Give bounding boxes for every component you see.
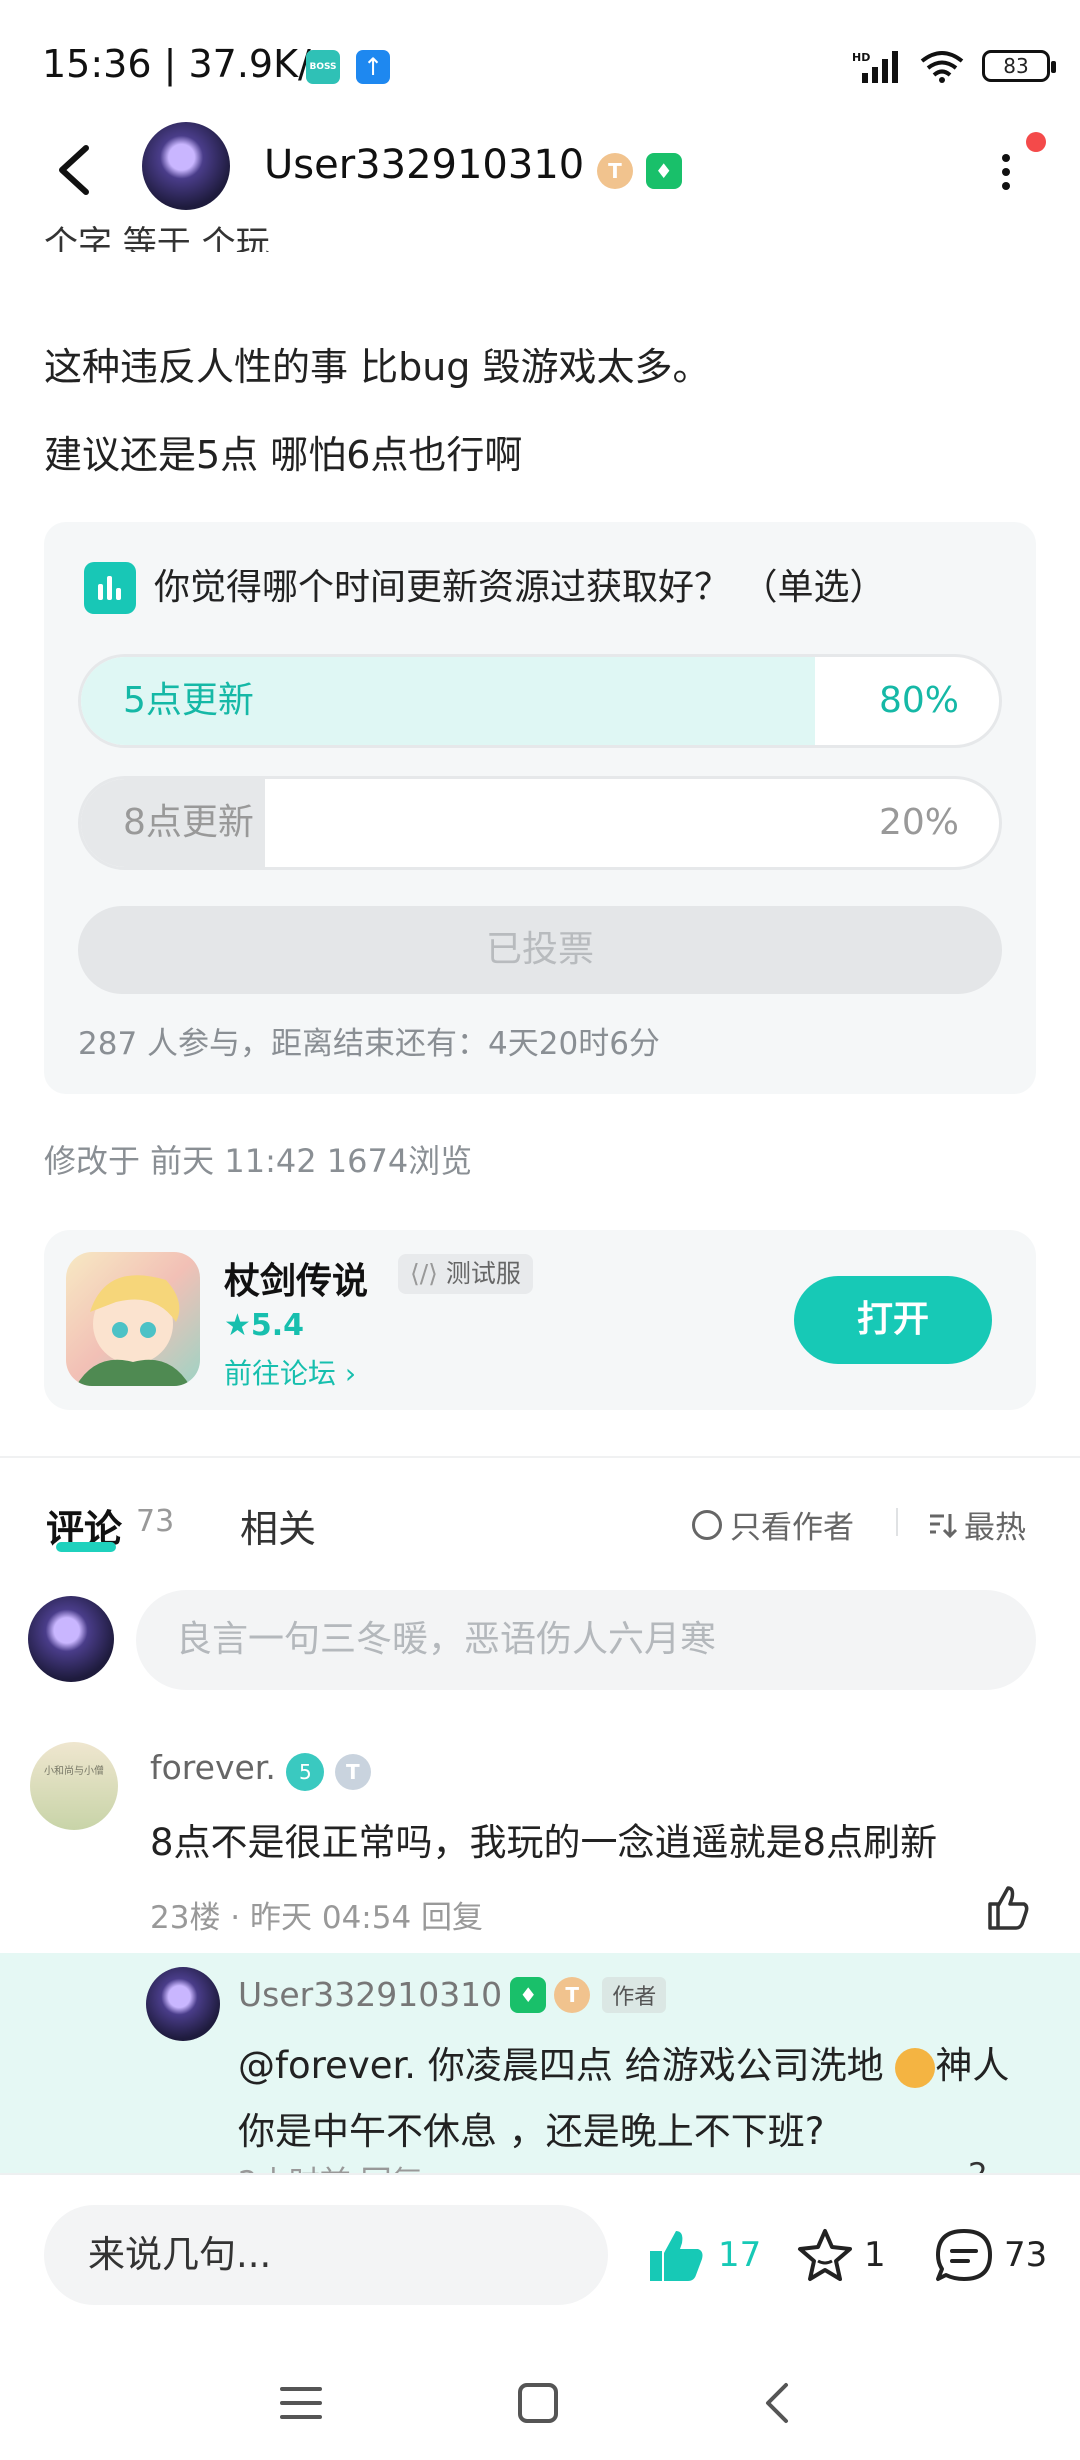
- wifi-icon: [920, 51, 964, 83]
- game-card[interactable]: 杖剑传说 ⟨/⟩ 测试服 ★5.4 前往论坛 › 打开: [44, 1230, 1036, 1410]
- poll-option-1[interactable]: 5点更新 80%: [78, 654, 1002, 748]
- comment-meta[interactable]: 23楼 · 昨天 04:54 回复: [150, 1892, 483, 1937]
- level-badge-icon: T: [554, 1976, 591, 2013]
- post-edit-meta: 修改于 前天 11:42 1674浏览: [44, 1142, 473, 1180]
- verified-badge-icon: ♦: [645, 153, 682, 189]
- poll-option-1-label: 5点更新: [123, 680, 254, 721]
- code-icon: ⟨/⟩: [410, 1259, 446, 1288]
- post-text-line-1: 这种违反人性的事 比bug 毁游戏太多。: [44, 345, 711, 389]
- notification-dot: [1026, 132, 1046, 152]
- filter-separator: [896, 1508, 898, 1536]
- chevron-left-icon: [59, 145, 89, 195]
- poll-option-2-label: 8点更新: [123, 802, 254, 843]
- comment-text: 8点不是很正常吗，我玩的一念逍遥就是8点刷新: [150, 1821, 938, 1864]
- commenter-avatar[interactable]: 小和尚与小僧: [30, 1742, 118, 1830]
- author-username: User332910310: [264, 142, 585, 188]
- favorite-button[interactable]: 1: [796, 2227, 886, 2283]
- my-avatar[interactable]: [28, 1596, 114, 1682]
- post-text-line-2: 建议还是5点 哪怕6点也行啊: [44, 433, 523, 477]
- game-score: ★5.4: [224, 1308, 305, 1343]
- go-to-forum-link[interactable]: 前往论坛 ›: [224, 1352, 356, 1392]
- svg-text:HD: HD: [852, 51, 870, 64]
- sort-hot-button[interactable]: 最热: [928, 1502, 1026, 1547]
- comment-input[interactable]: 良言一句三冬暖，恶语伤人六月寒: [136, 1590, 1036, 1690]
- test-server-tag: ⟨/⟩ 测试服: [398, 1254, 533, 1294]
- thumbs-up-filled-icon: [650, 2231, 703, 2281]
- reply-author[interactable]: User332910310 ♦ T 作者: [238, 1975, 667, 2014]
- verified-badge-icon: ♦: [510, 1976, 547, 2013]
- more-options-button[interactable]: [996, 150, 1016, 190]
- open-game-button[interactable]: 打开: [794, 1276, 992, 1364]
- more-vertical-icon: [1002, 154, 1010, 190]
- comment-count: 73: [136, 1504, 175, 1539]
- game-icon[interactable]: [66, 1252, 200, 1386]
- poll-meta: 287 人参与，距离结束还有：4天20时6分: [78, 1026, 660, 1062]
- poll-chart-icon: [84, 562, 136, 614]
- t-badge-icon: T: [334, 1754, 371, 1790]
- only-author-toggle[interactable]: 只看作者: [692, 1502, 854, 1547]
- poll-option-1-percent: 80%: [878, 680, 959, 721]
- poll-card: 你觉得哪个时间更新资源过获取好？ （单选） 5点更新 80% 8点更新 20% …: [44, 522, 1036, 1094]
- system-navigation-bar: [0, 2345, 1080, 2460]
- signal-icon: HD: [852, 51, 898, 83]
- level-badge-icon: T: [596, 153, 633, 189]
- status-indicators: HD 83: [852, 46, 1056, 86]
- reply-meta[interactable]: 2小时前 回复: [238, 2157, 423, 2173]
- emoji-icon: [895, 2047, 936, 2088]
- radio-circle-icon: [692, 1509, 722, 1540]
- reply-like-count[interactable]: 2: [968, 2157, 988, 2173]
- battery-icon: 83: [982, 50, 1056, 82]
- section-divider: [0, 1456, 1080, 1458]
- back-button[interactable]: [50, 140, 100, 200]
- poll-title: 你觉得哪个时间更新资源过获取好？ （单选）: [154, 567, 886, 608]
- author-tag: 作者: [602, 1976, 667, 2013]
- clipped-post-text: 个字 等于 个玩: [44, 224, 270, 252]
- say-something-input[interactable]: 来说几句...: [44, 2205, 608, 2305]
- comment-bubble-icon: [936, 2229, 992, 2281]
- status-time: 15:36 | 37.9K/s: [42, 42, 331, 86]
- favorite-count: 1: [864, 2235, 886, 2275]
- author-header[interactable]: User332910310 T ♦: [264, 142, 682, 189]
- status-bar: 15:36 | 37.9K/s BOSS直聘 ↑ HD 83: [0, 0, 1080, 130]
- menu-icon[interactable]: [278, 2383, 324, 2423]
- comments-count: 73: [1004, 2235, 1048, 2275]
- tab-active-indicator: [56, 1542, 116, 1552]
- post-like-button[interactable]: 17: [646, 2227, 761, 2283]
- poll-option-2-percent: 20%: [878, 802, 959, 843]
- level-5-badge-icon: 5: [286, 1753, 325, 1791]
- author-avatar[interactable]: [142, 122, 230, 210]
- sort-icon: [930, 1513, 958, 1538]
- commenter-name[interactable]: forever. 5 T: [150, 1748, 371, 1791]
- post-like-count: 17: [718, 2235, 762, 2275]
- comments-button[interactable]: 73: [934, 2227, 1047, 2283]
- poll-option-2[interactable]: 8点更新 20%: [78, 776, 1002, 870]
- star-icon: [798, 2229, 852, 2281]
- voted-button[interactable]: 已投票: [78, 906, 1002, 994]
- thumbs-up-icon: [988, 1886, 1029, 1930]
- game-name: 杖剑传说: [224, 1261, 369, 1302]
- comment-like-button[interactable]: [984, 1884, 1032, 1932]
- reply-author-avatar[interactable]: [146, 1967, 220, 2041]
- nav-back-icon[interactable]: [760, 2379, 794, 2427]
- reply-box: User332910310 ♦ T 作者 @forever. 你凌晨四点 给游戏…: [0, 1953, 1080, 2173]
- boss-app-icon: BOSS直聘: [306, 50, 340, 106]
- home-square-icon[interactable]: [516, 2381, 560, 2425]
- tab-related[interactable]: 相关: [240, 1498, 316, 1553]
- upload-app-icon: ↑: [356, 50, 390, 84]
- bottom-action-bar: 来说几句... 17 1 73: [0, 2173, 1080, 2347]
- reply-text: @forever. 你凌晨四点 给游戏公司洗地 神人 你是中午不休息 ，还是晚上…: [238, 2044, 1010, 2153]
